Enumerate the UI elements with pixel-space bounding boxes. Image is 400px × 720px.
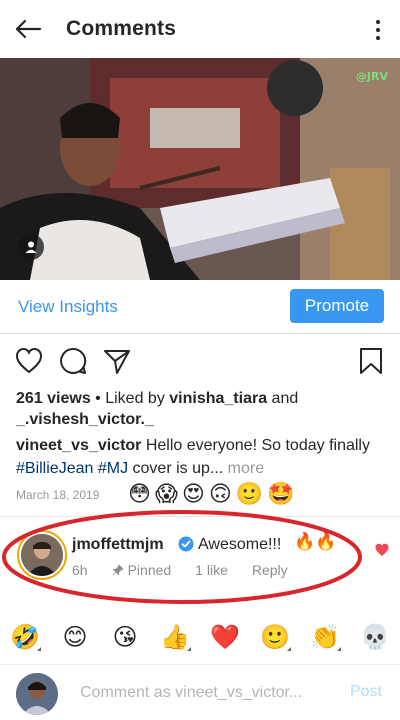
watermark: @JRV (355, 70, 388, 83)
reaction-emoji[interactable]: 🤩 (267, 481, 294, 509)
emoji-button[interactable]: 💀 (355, 617, 395, 657)
liked-by-prefix: • Liked by (90, 390, 170, 407)
hashtag-mj[interactable]: #MJ (98, 460, 128, 477)
comment-icon[interactable] (58, 346, 88, 376)
emoji-button[interactable]: 👍 (155, 617, 195, 657)
pinned-comment[interactable]: jmoffettmjm Awesome!!! 🔥🔥 6h Pinned 1 li… (0, 522, 400, 598)
emoji-button[interactable]: 🤣 (5, 617, 45, 657)
my-avatar (16, 673, 58, 715)
reaction-emoji[interactable]: 😳 (128, 481, 151, 509)
reaction-emoji[interactable]: 😍 (182, 481, 205, 509)
hashtag-billiejean[interactable]: #BillieJean (16, 460, 93, 477)
emoji-bar: 🤣 😊 😘 👍 ❤️ 🙂 👏 💀 (0, 614, 400, 660)
heart-outline-icon[interactable] (14, 346, 44, 376)
tagged-users-button[interactable] (18, 234, 44, 260)
comment-meta: 6h Pinned 1 like Reply (72, 562, 312, 578)
bookmark-icon[interactable] (356, 346, 386, 376)
post-date: March 18, 2019 (16, 488, 100, 502)
view-insights-link[interactable]: View Insights (18, 297, 118, 317)
arrow-left-icon (15, 19, 42, 39)
pin-icon (112, 564, 124, 576)
commenter-avatar[interactable] (17, 530, 67, 580)
liked-by-user[interactable]: vinisha_tiara (169, 390, 267, 407)
comment-time: 6h (72, 562, 88, 578)
heart-filled-icon[interactable] (374, 542, 390, 558)
post-stats: 261 views • Liked by vinisha_tiara and _… (16, 388, 386, 430)
pinned-label: Pinned (112, 562, 172, 578)
more-link[interactable]: more (223, 460, 264, 477)
post-caption: vineet_vs_victor Hello everyone! So toda… (16, 434, 386, 480)
avatar (21, 534, 63, 576)
video-thumbnail (0, 58, 400, 280)
more-vertical-icon (376, 20, 380, 24)
reaction-emoji[interactable]: 🙂 (236, 481, 263, 509)
post-button[interactable]: Post (350, 683, 382, 701)
send-icon[interactable] (102, 346, 132, 376)
liked-by-and: and (267, 390, 299, 407)
page-title: Comments (66, 17, 177, 40)
reaction-emoji[interactable]: 😱 (155, 481, 178, 509)
caption-text-2: cover is up... (128, 460, 224, 477)
pinned-text: Pinned (127, 562, 172, 578)
comment-text: Awesome!!! (198, 536, 282, 553)
comment-fire-emoji: 🔥🔥 (294, 532, 337, 552)
reaction-emoji[interactable]: 🙃 (209, 481, 232, 509)
post-actions (0, 344, 400, 378)
liked-by-user-2[interactable]: _.vishesh_victor._ (16, 411, 154, 428)
caption-text-1: Hello everyone! So today finally (141, 437, 370, 454)
top-bar: Comments (0, 0, 400, 58)
back-button[interactable] (0, 0, 56, 58)
reply-button[interactable]: Reply (252, 562, 288, 578)
verified-badge-icon (178, 536, 194, 552)
comment-like-count[interactable]: 1 like (195, 562, 228, 578)
user-icon (25, 241, 37, 253)
insights-bar: View Insights Promote (0, 280, 400, 334)
emoji-button[interactable]: 😊 (55, 617, 95, 657)
promote-button[interactable]: Promote (290, 289, 384, 323)
emoji-button[interactable]: ❤️ (205, 617, 245, 657)
more-options-button[interactable] (370, 18, 386, 42)
divider (0, 516, 400, 517)
caption-username[interactable]: vineet_vs_victor (16, 437, 141, 454)
emoji-button[interactable]: 😘 (105, 617, 145, 657)
emoji-button[interactable]: 🙂 (255, 617, 295, 657)
comment-composer: Post (0, 664, 400, 720)
comment-input[interactable] (80, 681, 330, 705)
emoji-button[interactable]: 👏 (305, 617, 345, 657)
view-count[interactable]: 261 views (16, 390, 91, 407)
comment-username[interactable]: jmoffettmjm (72, 536, 164, 554)
post-media[interactable]: @JRV (0, 58, 400, 280)
quick-reactions: 😳 😱 😍 🙃 🙂 🤩 (128, 481, 295, 509)
